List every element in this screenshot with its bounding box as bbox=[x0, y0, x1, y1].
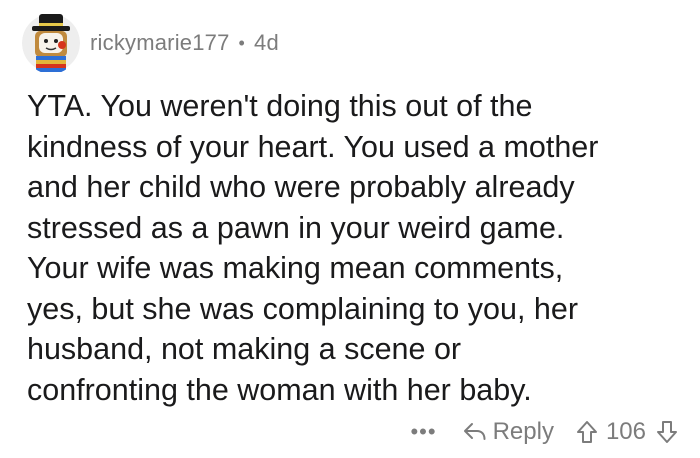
comment-actions: ••• Reply 106 bbox=[410, 410, 678, 454]
comment-line: confronting the woman with her baby. bbox=[27, 372, 532, 407]
upvote-arrow-icon bbox=[576, 421, 597, 443]
comment-age: 4d bbox=[254, 30, 279, 55]
comment-line: stressed as a pawn in your weird game. bbox=[27, 210, 565, 245]
comment-header: rickymarie177 • 4d bbox=[22, 10, 279, 76]
comment-line: YTA. You weren't doing this out of the bbox=[27, 89, 533, 123]
comment-body: YTA. You weren't doing this out of the k… bbox=[27, 86, 687, 410]
comment-line: Your wife was making mean comments, bbox=[27, 251, 564, 285]
vote-score: 106 bbox=[605, 418, 646, 445]
more-options-button[interactable]: ••• bbox=[410, 419, 436, 445]
downvote-button[interactable] bbox=[656, 420, 678, 444]
vote-controls: 106 bbox=[576, 418, 678, 446]
comment-meta: rickymarie177 • 4d bbox=[90, 30, 279, 56]
reply-arrow-icon bbox=[463, 423, 486, 440]
reply-button[interactable]: Reply bbox=[463, 418, 554, 446]
comment: rickymarie177 • 4d YTA. You weren't doin… bbox=[0, 0, 700, 458]
comment-line: husband, not making a scene or bbox=[27, 332, 462, 366]
reply-label: Reply bbox=[492, 418, 554, 445]
comment-line: yes, but she was complaining to you, her bbox=[27, 291, 578, 326]
downvote-arrow-icon bbox=[657, 421, 677, 443]
username[interactable]: rickymarie177 bbox=[90, 30, 230, 56]
comment-line: and her child who were probably already bbox=[27, 170, 575, 204]
upvote-button[interactable] bbox=[576, 420, 598, 444]
meta-separator: • bbox=[238, 32, 246, 53]
avatar-image bbox=[22, 14, 80, 72]
comment-line: kindness of your heart. You used a mothe… bbox=[27, 129, 599, 164]
avatar[interactable] bbox=[22, 12, 80, 74]
